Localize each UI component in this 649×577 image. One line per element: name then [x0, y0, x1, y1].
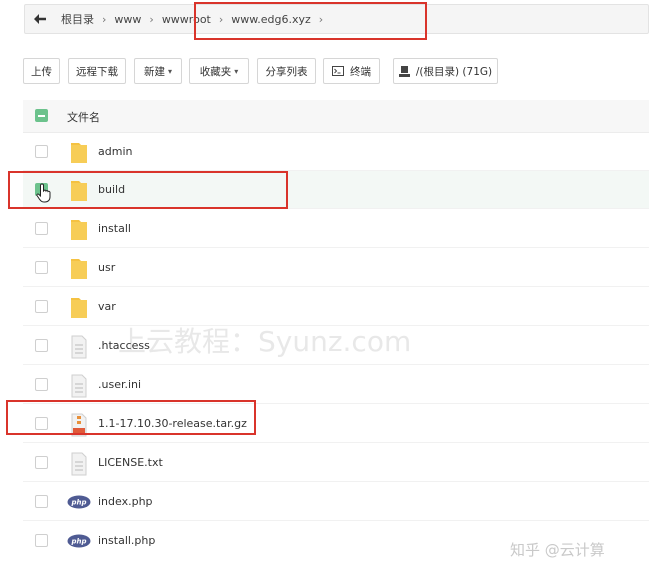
- select-all-checkbox[interactable]: [35, 109, 48, 122]
- table-row[interactable]: install: [23, 210, 649, 248]
- table-row[interactable]: admin: [23, 133, 649, 171]
- highlight-box: [6, 400, 256, 435]
- table-row[interactable]: php index.php: [23, 483, 649, 521]
- hand-cursor-icon: [36, 183, 51, 203]
- favorites-label: 收藏夹: [199, 65, 232, 78]
- row-checkbox[interactable]: [35, 378, 48, 391]
- document-icon: [71, 335, 87, 359]
- chevron-right-icon: ›: [102, 12, 107, 26]
- remote-download-label: 远程下载: [76, 65, 118, 78]
- folder-icon: [71, 220, 87, 240]
- file-name[interactable]: admin: [98, 145, 132, 158]
- php-icon: php: [67, 495, 91, 509]
- table-row[interactable]: usr: [23, 249, 649, 287]
- row-checkbox[interactable]: [35, 145, 48, 158]
- svg-text:php: php: [70, 538, 86, 546]
- row-checkbox[interactable]: [35, 222, 48, 235]
- credit-text: 知乎 @云计算: [510, 541, 605, 559]
- terminal-button[interactable]: 终端: [323, 58, 380, 84]
- folder-icon: [71, 259, 87, 279]
- terminal-label: 终端: [350, 65, 371, 78]
- hard-drive-icon: [398, 65, 410, 77]
- row-checkbox[interactable]: [35, 456, 48, 469]
- column-filename[interactable]: 文件名: [67, 109, 100, 125]
- file-table-header: 文件名: [23, 100, 649, 133]
- remote-download-button[interactable]: 远程下载: [68, 58, 126, 84]
- watermark-text: 上云教程：Syunz.com: [118, 325, 412, 358]
- chevron-down-icon: ▾: [234, 66, 239, 76]
- row-checkbox[interactable]: [35, 300, 48, 313]
- share-list-label: 分享列表: [265, 65, 308, 78]
- share-list-button[interactable]: 分享列表: [257, 58, 316, 84]
- chevron-right-icon: ›: [149, 12, 154, 26]
- terminal-icon: [332, 66, 344, 76]
- new-button[interactable]: 新建 ▾: [134, 58, 182, 84]
- disk-label: /(根目录) (71G): [415, 65, 493, 78]
- folder-icon: [71, 143, 87, 163]
- row-checkbox[interactable]: [35, 534, 48, 547]
- new-label: 新建: [143, 65, 165, 78]
- document-icon: [71, 374, 87, 398]
- chevron-down-icon: ▾: [167, 66, 172, 76]
- breadcrumb-www[interactable]: www: [114, 13, 141, 26]
- arrow-left-icon: [34, 14, 46, 24]
- file-name[interactable]: LICENSE.txt: [98, 456, 163, 469]
- disk-button[interactable]: /(根目录) (71G): [393, 58, 498, 84]
- back-button[interactable]: [25, 5, 55, 33]
- upload-button[interactable]: 上传: [23, 58, 60, 84]
- folder-icon: [71, 298, 87, 318]
- breadcrumb-root[interactable]: 根目录: [61, 11, 94, 27]
- file-name[interactable]: install: [98, 222, 131, 235]
- row-checkbox[interactable]: [35, 495, 48, 508]
- php-icon: php: [67, 534, 91, 548]
- upload-label: 上传: [31, 65, 52, 78]
- svg-text:php: php: [70, 499, 86, 507]
- favorites-button[interactable]: 收藏夹 ▾: [189, 58, 249, 84]
- row-checkbox[interactable]: [35, 339, 48, 352]
- file-name[interactable]: index.php: [98, 495, 153, 508]
- highlight-box: [194, 2, 427, 40]
- file-name[interactable]: usr: [98, 261, 115, 274]
- file-name[interactable]: install.php: [98, 534, 155, 547]
- file-name[interactable]: .user.ini: [98, 378, 141, 391]
- file-name[interactable]: var: [98, 300, 116, 313]
- table-row[interactable]: LICENSE.txt: [23, 444, 649, 482]
- table-row[interactable]: .user.ini: [23, 366, 649, 404]
- row-checkbox[interactable]: [35, 261, 48, 274]
- document-icon: [71, 452, 87, 476]
